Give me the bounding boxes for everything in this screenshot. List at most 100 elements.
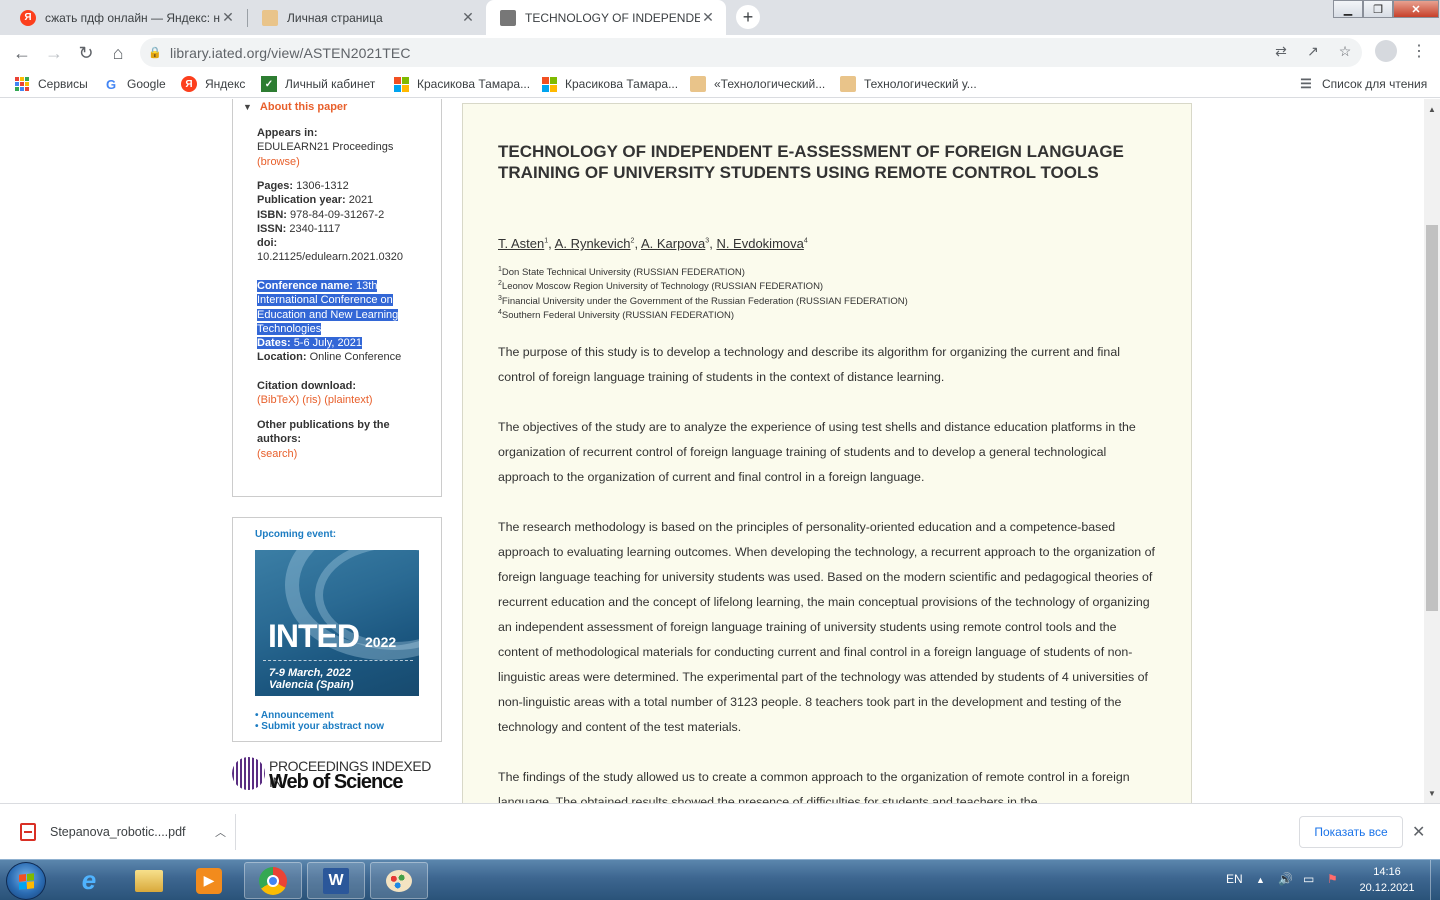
taskbar-ie[interactable]: e <box>60 862 118 899</box>
pages-label: Pages: <box>257 180 294 192</box>
search-link[interactable]: (search) <box>257 448 297 460</box>
tab-strip: Я сжать пдф онлайн — Яндекс: на ✕ Личная… <box>0 0 1440 35</box>
bookmark-tech-1[interactable]: «Технологический... <box>690 76 825 92</box>
start-button[interactable] <box>6 862 46 900</box>
bookmark-yandex[interactable]: Я Яндекс <box>181 76 245 92</box>
inted-poster[interactable]: INTED 2022 7-9 March, 2022 Valencia (Spa… <box>255 550 419 696</box>
bookmark-tech-2[interactable]: Технологический у... <box>840 76 977 92</box>
download-filename: Stepanova_robotic....pdf <box>50 825 186 839</box>
tab-personal-page[interactable]: Личная страница ✕ <box>248 0 486 35</box>
share-icon[interactable]: ↗ <box>1302 40 1324 62</box>
menu-icon[interactable]: ⋮ <box>1408 40 1430 62</box>
web-of-science-logo[interactable]: PROCEEDINGS INDEXED IN Web of Science <box>232 755 447 795</box>
window-close-icon[interactable]: ✕ <box>1393 0 1439 18</box>
new-tab-button[interactable]: + <box>736 5 760 29</box>
tray-expand-icon[interactable]: ▲ <box>1256 875 1265 885</box>
tab-yandex-search[interactable]: Я сжать пдф онлайн — Яндекс: на ✕ <box>6 0 246 35</box>
university-icon <box>262 9 278 26</box>
wos-line2: Web of Science <box>269 771 403 793</box>
media-player-icon: ▶ <box>196 867 222 894</box>
poster-dates: 7-9 March, 2022 <box>269 667 351 679</box>
close-icon[interactable]: ✕ <box>220 9 236 26</box>
maximize-icon[interactable]: ❐ <box>1363 0 1393 18</box>
bookmark-cabinet[interactable]: ✓ Личный кабинет <box>261 76 375 92</box>
volume-icon[interactable]: 🔊 <box>1278 872 1293 886</box>
download-shelf: Stepanova_robotic....pdf ︿ Показать все … <box>0 803 1440 859</box>
pages-value: 1306-1312 <box>296 180 349 192</box>
appears-value: EDULEARN21 Proceedings <box>257 141 394 154</box>
apps-icon <box>14 76 30 92</box>
affiliation-item: 4Southern Federal University (RUSSIAN FE… <box>498 309 908 323</box>
author-link[interactable]: N. Evdokimova <box>716 236 803 251</box>
taskbar-media-player[interactable]: ▶ <box>180 862 238 899</box>
citation-label: Citation download: <box>257 380 356 392</box>
author-link[interactable]: T. Asten <box>498 236 544 251</box>
bookmark-krasikova-2[interactable]: Красикова Тамара... <box>541 76 678 92</box>
browse-link[interactable]: (browse) <box>257 156 300 168</box>
taskbar-explorer[interactable] <box>120 862 178 899</box>
home-icon[interactable]: ⌂ <box>105 40 131 66</box>
author-link[interactable]: A. Karpova <box>641 236 705 251</box>
show-all-button[interactable]: Показать все <box>1299 816 1403 848</box>
bookmark-label: Сервисы <box>38 77 88 91</box>
plaintext-link[interactable]: (plaintext) <box>324 394 372 406</box>
bookmark-star-icon[interactable]: ☆ <box>1334 40 1356 62</box>
bookmark-label: «Технологический... <box>714 77 826 91</box>
taskbar-paint[interactable] <box>370 862 428 899</box>
close-icon[interactable]: ✕ <box>460 9 476 26</box>
taskbar-word[interactable]: W <box>307 862 365 899</box>
bookmark-apps[interactable]: Сервисы <box>14 76 88 92</box>
address-bar[interactable]: 🔒 library.iated.org/view/ASTEN2021TEC <box>140 38 1362 67</box>
language-indicator[interactable]: EN <box>1226 872 1243 886</box>
scroll-down-icon[interactable]: ▼ <box>1424 785 1440 801</box>
scroll-thumb[interactable] <box>1426 225 1438 611</box>
author-sup: 2 <box>630 237 635 245</box>
pubyear-value: 2021 <box>348 194 374 207</box>
network-icon[interactable]: ▭ <box>1303 872 1314 886</box>
lock-icon[interactable]: 🔒 <box>140 46 170 59</box>
pdf-file-icon <box>20 823 36 841</box>
yandex-icon: Я <box>181 76 197 92</box>
download-item[interactable]: Stepanova_robotic....pdf ︿ <box>14 814 236 850</box>
dates-label: Dates: <box>257 337 291 350</box>
close-icon[interactable]: ✕ <box>700 9 716 26</box>
bookmark-label: Красикова Тамара... <box>417 77 531 91</box>
action-center-icon[interactable]: ⚑ <box>1327 872 1338 886</box>
clock-date: 20.12.2021 <box>1359 882 1415 894</box>
submit-abstract-link[interactable]: • Submit your abstract now <box>255 721 384 732</box>
microsoft-icon <box>541 76 557 92</box>
tab-active-paper[interactable]: TECHNOLOGY OF INDEPENDENT ✕ <box>486 0 726 35</box>
reading-list-label: Список для чтения <box>1322 77 1428 91</box>
affiliation-item: 1Don State Technical University (RUSSIAN… <box>498 266 908 280</box>
word-icon: W <box>323 867 349 894</box>
minimize-icon[interactable]: ▁ <box>1333 0 1363 18</box>
bookmark-google[interactable]: G Google <box>103 76 166 92</box>
tab-title: Личная страница <box>287 10 383 25</box>
abstract-paragraph: The objectives of the study are to analy… <box>498 420 1136 484</box>
translate-icon[interactable]: ⇄ <box>1270 40 1292 62</box>
forward-icon[interactable]: → <box>41 40 67 66</box>
bookmark-krasikova-1[interactable]: Красикова Тамара... <box>393 76 530 92</box>
affil-text: Southern Federal University (RUSSIAN FED… <box>501 309 735 321</box>
folder-icon <box>135 869 163 892</box>
system-clock[interactable]: 14:16 20.12.2021 <box>1357 864 1417 896</box>
back-icon[interactable]: ← <box>9 40 35 66</box>
affiliation-item: 3Financial University under the Governme… <box>498 294 908 309</box>
show-desktop-button[interactable] <box>1430 860 1440 900</box>
scroll-up-icon[interactable]: ▲ <box>1424 101 1440 117</box>
ris-link[interactable]: (ris) <box>302 394 321 406</box>
reload-icon[interactable]: ↻ <box>73 40 99 66</box>
bibtex-link[interactable]: (BibTeX) <box>257 394 299 406</box>
close-shelf-icon[interactable]: ✕ <box>1412 822 1425 842</box>
about-paper-toggle[interactable]: ▼ About this paper <box>243 101 347 113</box>
chevron-up-icon[interactable]: ︿ <box>215 824 235 840</box>
announcement-link[interactable]: • Announcement <box>255 710 384 721</box>
page-scrollbar[interactable]: ▲ ▼ <box>1424 99 1440 803</box>
taskbar-chrome[interactable] <box>244 862 302 899</box>
profile-avatar[interactable] <box>1375 40 1397 62</box>
author-list: T. Asten1, A. Rynkevich2, A. Karpova3, N… <box>498 236 808 251</box>
author-link[interactable]: A. Rynkevich <box>555 236 631 251</box>
page-viewport: ▼ About this paper Appears in: EDULEARN21… <box>0 99 1424 803</box>
reading-list[interactable]: ☰ Список для чтения <box>1298 76 1427 92</box>
university-icon <box>840 76 856 92</box>
